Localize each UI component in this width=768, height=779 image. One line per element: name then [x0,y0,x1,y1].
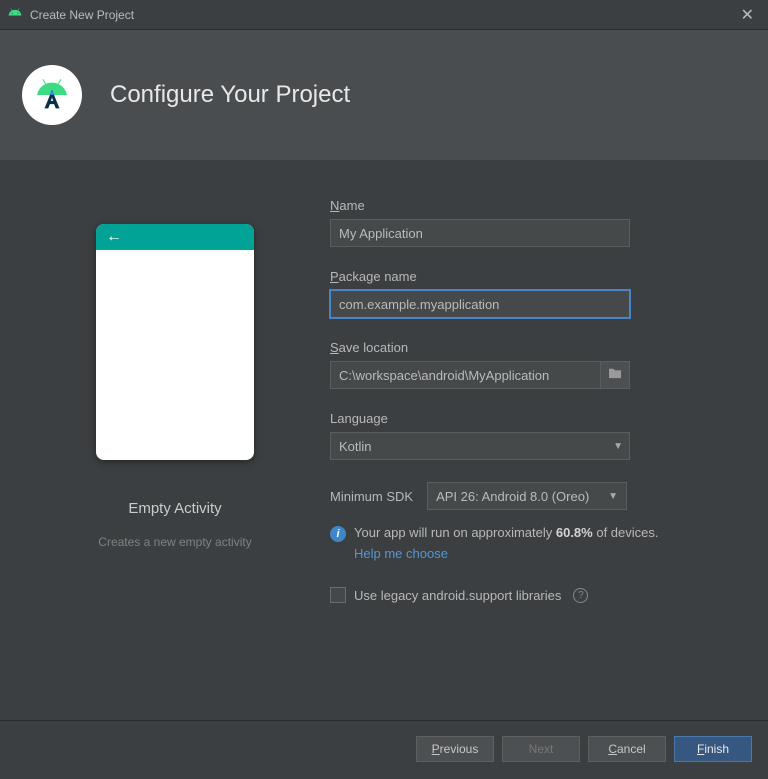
footer: Previous Next Cancel Finish [0,720,768,776]
save-location-input[interactable] [330,361,600,389]
activity-preview: ← [96,224,254,460]
header: Configure Your Project [0,30,768,160]
cancel-button[interactable]: Cancel [588,736,666,762]
legacy-libs-label: Use legacy android.support libraries [354,588,561,603]
previous-button[interactable]: Previous [416,736,494,762]
chevron-down-icon: ▼ [608,491,618,502]
help-me-choose-link[interactable]: Help me choose [354,546,448,561]
chevron-down-icon: ▼ [613,441,623,452]
min-sdk-value: API 26: Android 8.0 (Oreo) [436,489,589,504]
folder-icon [608,366,622,384]
close-icon[interactable]: ✕ [735,3,760,27]
browse-folder-button[interactable] [600,361,630,389]
titlebar: Create New Project ✕ [0,0,768,30]
language-label: Language [330,411,700,426]
min-sdk-select[interactable]: API 26: Android 8.0 (Oreo) ▼ [427,482,627,510]
help-icon[interactable]: ? [573,588,588,603]
android-studio-logo [22,65,82,125]
language-select[interactable]: Kotlin ▼ [330,432,630,460]
legacy-libs-checkbox[interactable] [330,587,346,603]
back-arrow-icon: ← [106,228,122,246]
device-coverage-text: Your app will run on approximately 60.8%… [354,524,659,542]
android-icon [8,5,22,24]
window-title: Create New Project [30,8,735,22]
save-location-label: Save location [330,340,700,355]
name-label: Name [330,198,700,213]
finish-button[interactable]: Finish [674,736,752,762]
info-icon: i [330,526,346,542]
min-sdk-label: Minimum SDK [330,489,413,504]
preview-appbar: ← [96,224,254,250]
package-input[interactable] [330,290,630,318]
name-input[interactable] [330,219,630,247]
next-button: Next [502,736,580,762]
preview-title: Empty Activity [128,500,221,517]
preview-subtitle: Creates a new empty activity [98,535,251,549]
page-title: Configure Your Project [110,81,350,109]
package-label: Package name [330,269,700,284]
language-value: Kotlin [339,439,372,454]
